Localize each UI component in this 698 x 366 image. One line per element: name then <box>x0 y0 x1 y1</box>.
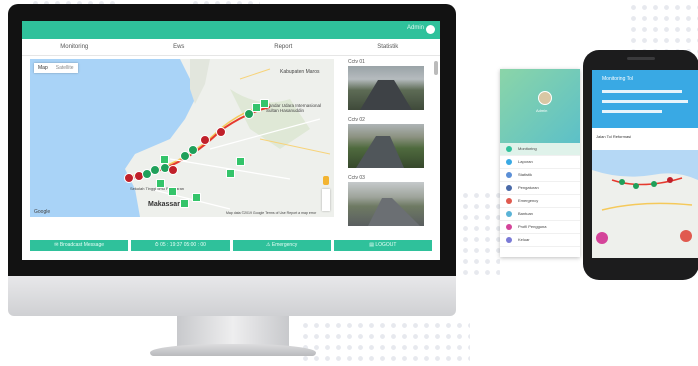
phone-map[interactable] <box>592 150 698 258</box>
logout-button[interactable]: ▤ LOGOUT <box>333 240 432 251</box>
camera-marker[interactable] <box>156 179 165 188</box>
menu-item[interactable]: Statistik <box>500 169 580 182</box>
cctv-image[interactable] <box>348 124 424 168</box>
menu-item-label: Laporan <box>518 159 533 164</box>
phone-map-drawing <box>592 170 698 258</box>
phone-title: Monitoring Tol <box>602 76 634 82</box>
menu-item-label: Profil Pengguna <box>518 224 547 229</box>
menu-item-icon <box>506 198 512 204</box>
map-drawing <box>124 59 334 217</box>
phone-info-row[interactable]: Jalan Tol Reformasi <box>596 134 694 144</box>
camera-marker[interactable] <box>236 157 245 166</box>
map-button[interactable]: Map <box>34 63 52 73</box>
monitor-chin <box>8 276 456 316</box>
route-marker-red[interactable] <box>124 173 134 183</box>
menu-item[interactable]: Pengaturan <box>500 182 580 195</box>
dot-pattern-mid <box>460 190 500 280</box>
menu-item-icon <box>506 146 512 152</box>
broadcast-message-button[interactable]: ✉ Broadcast Message <box>30 240 129 251</box>
nav-tabs: Monitoring Ews Report Statistik <box>22 39 440 56</box>
camera-marker[interactable] <box>192 193 201 202</box>
app-header: Admin <box>22 21 440 39</box>
area-label: Kabupaten Maros <box>280 69 320 75</box>
menu-item[interactable]: Keluar <box>500 234 580 247</box>
menu-item-icon <box>506 237 512 243</box>
tab-ews[interactable]: Ews <box>127 39 232 55</box>
menu-user-name: Admin <box>536 108 548 113</box>
camera-marker[interactable] <box>160 155 169 164</box>
cctv-panel: Cctv 01 Cctv 02 Cctv 03 <box>342 59 432 226</box>
satellite-button[interactable]: Satellite <box>52 63 78 73</box>
menu-item-label: Emergency <box>518 198 539 203</box>
user-name[interactable]: Admin <box>407 25 424 31</box>
phone-header: Monitoring Tol <box>592 70 698 128</box>
route-marker-red[interactable] <box>200 135 210 145</box>
monitor-base <box>150 344 316 356</box>
emergency-button[interactable]: ⚠ Emergency <box>232 240 331 251</box>
menu-item-label: Pengaturan <box>518 185 539 190</box>
menu-header: Admin <box>500 69 580 143</box>
route-map[interactable]: Map Satellite Bandar Udara Internasional… <box>30 59 334 217</box>
timer-button[interactable]: ⏱ 05 : 19:37 05:00 : 00 <box>131 240 230 251</box>
camera-marker[interactable] <box>226 169 235 178</box>
cctv-label: Cctv 02 <box>348 117 365 123</box>
menu-item-icon <box>506 224 512 230</box>
cctv-label: Cctv 01 <box>348 59 365 65</box>
route-marker-red[interactable] <box>168 165 178 175</box>
cctv-item[interactable]: Cctv 03 <box>348 175 424 226</box>
cctv-item[interactable]: Cctv 02 <box>348 117 424 168</box>
camera-marker[interactable] <box>168 187 177 196</box>
cctv-label: Cctv 03 <box>348 175 365 181</box>
route-marker-red[interactable] <box>216 127 226 137</box>
menu-item[interactable]: Profil Pengguna <box>500 221 580 234</box>
map-attribution[interactable]: Map data ©2019 Google Terms of Use Repor… <box>226 211 316 215</box>
camera-marker[interactable] <box>260 99 269 108</box>
menu-item-icon <box>506 172 512 178</box>
city-label: Makassar <box>148 201 180 208</box>
menu-item-icon <box>506 159 512 165</box>
mobile-menu-screen: Admin Monitoring Laporan Statistik Penga… <box>500 69 580 257</box>
street-view-pegman-icon[interactable] <box>323 176 329 185</box>
menu-item-icon <box>506 211 512 217</box>
phone-screen: Monitoring Tol Jalan Tol Reformasi <box>592 70 698 258</box>
menu-item-label: Statistik <box>518 172 533 177</box>
menu-item-label: Bantuan <box>518 211 533 216</box>
map-type-toggle[interactable]: Map Satellite <box>34 63 78 73</box>
phone-speaker <box>627 57 655 60</box>
route-marker-green[interactable] <box>150 165 160 175</box>
tab-report[interactable]: Report <box>231 39 336 55</box>
avatar[interactable] <box>426 25 435 34</box>
text-line <box>602 110 662 113</box>
menu-item[interactable]: Monitoring <box>500 143 580 156</box>
monitor-screen: Admin Monitoring Ews Report Statistik Ma… <box>22 21 440 260</box>
cctv-image[interactable] <box>348 66 424 110</box>
camera-marker[interactable] <box>180 199 189 208</box>
zoom-control[interactable] <box>322 189 330 211</box>
route-marker-green[interactable] <box>188 145 198 155</box>
tab-monitoring[interactable]: Monitoring <box>22 39 127 55</box>
menu-item[interactable]: Bantuan <box>500 208 580 221</box>
airport-label: Bandar Udara Internasional Sultan Hasanu… <box>266 103 322 113</box>
menu-item[interactable]: Laporan <box>500 156 580 169</box>
tab-statistik[interactable]: Statistik <box>336 39 441 55</box>
google-logo: Google <box>34 209 51 215</box>
text-line <box>602 90 682 93</box>
text-line <box>602 100 688 103</box>
menu-item-label: Monitoring <box>518 146 537 151</box>
monitor-stand <box>177 316 289 346</box>
avatar[interactable] <box>538 91 552 105</box>
menu-item-icon <box>506 185 512 191</box>
cctv-item[interactable]: Cctv 01 <box>348 59 424 110</box>
dot-pattern-bottom <box>300 320 470 364</box>
menu-item-label: Keluar <box>518 237 530 242</box>
menu-item[interactable]: Emergency <box>500 195 580 208</box>
action-bar: ✉ Broadcast Message ⏱ 05 : 19:37 05:00 :… <box>30 240 432 251</box>
scrollbar[interactable] <box>434 61 438 75</box>
cctv-image[interactable] <box>348 182 424 226</box>
